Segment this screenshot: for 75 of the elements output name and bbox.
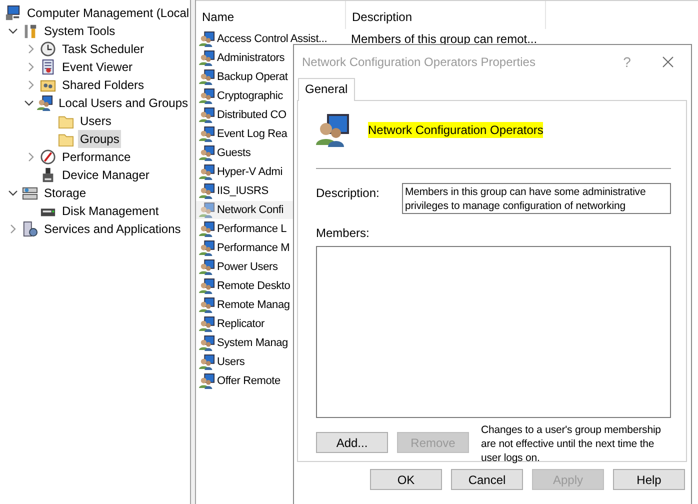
group-icon — [199, 182, 215, 198]
group-item[interactable]: Guests — [196, 144, 345, 162]
tree-item[interactable]: Event Viewer — [60, 58, 134, 76]
group-icon — [199, 278, 215, 294]
users-icon — [36, 95, 53, 111]
column-header[interactable]: Description — [346, 1, 546, 29]
group-item[interactable]: Remote Deskto — [196, 276, 345, 294]
button[interactable]: Help — [613, 469, 685, 490]
group-icon — [199, 354, 215, 370]
group-icon — [199, 334, 215, 350]
group-icon — [199, 164, 215, 180]
computer-icon — [5, 5, 21, 21]
group-icon — [199, 88, 215, 104]
log-icon — [40, 59, 56, 75]
services-icon — [22, 221, 38, 237]
users-icon — [316, 113, 350, 147]
group-item[interactable]: Remote Manag — [196, 296, 345, 314]
group-item[interactable]: Replicator — [196, 314, 345, 332]
tree-item[interactable]: Users — [78, 112, 114, 130]
tools-icon — [22, 23, 38, 39]
tree-item[interactable]: Task Scheduler — [60, 40, 146, 58]
expand-chevron-icon[interactable] — [26, 44, 36, 54]
group-item[interactable]: Offer Remote — [196, 372, 345, 390]
tree-item[interactable]: Performance — [60, 148, 133, 166]
group-item[interactable]: Hyper-V Admi — [196, 162, 345, 180]
group-icon — [199, 202, 215, 218]
group-name: Network Configuration Operators — [368, 122, 544, 138]
tree-item[interactable]: Services and Applications — [42, 220, 183, 238]
group-icon — [199, 106, 215, 122]
collapse-chevron-icon[interactable] — [8, 188, 18, 198]
group-icon — [199, 316, 215, 332]
group-icon — [199, 30, 215, 46]
button[interactable]: Cancel — [451, 469, 523, 490]
window-title: Network Configuration Operators Properties — [302, 55, 536, 69]
field-label: Description: — [316, 185, 380, 200]
group-icon — [199, 220, 215, 236]
group-item[interactable]: Power Users — [196, 258, 345, 276]
expand-chevron-icon[interactable] — [26, 80, 36, 90]
tree-item[interactable]: Disk Management — [60, 202, 161, 220]
tree-item[interactable]: System Tools — [42, 22, 118, 40]
group-icon — [199, 240, 215, 256]
group-icon — [199, 372, 215, 388]
storage-icon — [22, 185, 38, 201]
group-item[interactable]: Users — [196, 352, 345, 370]
group-icon — [199, 258, 215, 274]
expand-chevron-icon[interactable] — [26, 62, 36, 72]
group-icon — [199, 144, 215, 160]
clock-icon — [40, 41, 56, 57]
group-icon — [199, 296, 215, 312]
close-icon[interactable] — [662, 56, 674, 68]
button[interactable]: Add... — [316, 432, 388, 453]
tree-item[interactable]: Storage — [42, 184, 88, 202]
group-item[interactable]: Access Control Assist... — [196, 30, 345, 48]
tree-item[interactable]: Shared Folders — [60, 76, 146, 94]
expand-chevron-icon[interactable] — [8, 224, 18, 234]
group-item[interactable]: Event Log Rea — [196, 124, 345, 142]
tab[interactable]: General — [298, 78, 355, 101]
group-icon — [199, 68, 215, 84]
note-text: Changes to a user's group membership are not effective until the next time the user logs on. — [481, 423, 662, 465]
group-item[interactable]: Distributed CO — [196, 106, 345, 124]
column-header[interactable]: Name — [196, 1, 346, 29]
tree-item[interactable]: Computer Management (Local — [25, 4, 190, 22]
button[interactable]: OK — [370, 469, 442, 490]
tree-item[interactable]: Local Users and Groups — [56, 94, 190, 112]
group-icon — [199, 126, 215, 142]
tree-item[interactable]: Groups — [78, 130, 122, 148]
group-icon — [199, 50, 215, 66]
device-icon — [40, 167, 56, 183]
gauge-icon — [40, 149, 56, 165]
expand-chevron-icon[interactable] — [26, 152, 36, 162]
group-item[interactable]: System Manag — [196, 334, 345, 352]
collapse-chevron-icon[interactable] — [24, 98, 34, 108]
description-field[interactable]: Members in this group can have some administrative privileges to manage configuration of networking — [402, 183, 671, 214]
tree-item[interactable]: Device Manager — [60, 166, 152, 184]
collapse-chevron-icon[interactable] — [8, 26, 18, 36]
